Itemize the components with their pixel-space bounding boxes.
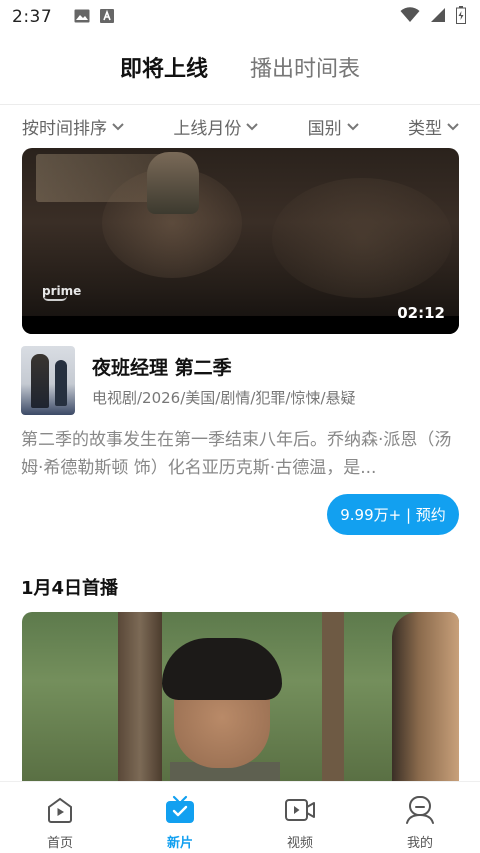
- filter-label: 上线月份: [173, 118, 242, 139]
- chevron-down-icon: [346, 123, 359, 131]
- nav-label: 视频: [286, 836, 313, 851]
- scene-tree: [322, 612, 344, 784]
- chevron-down-icon: [112, 123, 124, 131]
- a-notification-icon: [100, 8, 115, 27]
- signal-icon: [430, 7, 446, 27]
- scene-blur: [272, 178, 452, 298]
- video-bottom-bar: [22, 316, 459, 334]
- show-poster[interactable]: [21, 346, 75, 415]
- filter-month[interactable]: 上线月份: [173, 114, 259, 139]
- filter-row: 按时间排序 上线月份 国别 类型: [22, 112, 460, 140]
- chevron-down-icon: [447, 123, 459, 131]
- tabs-divider: [0, 104, 480, 105]
- tab-schedule[interactable]: 播出时间表: [250, 51, 360, 83]
- nav-label: 首页: [46, 836, 73, 851]
- show-title[interactable]: 夜班经理 第二季: [92, 353, 232, 380]
- filter-genre[interactable]: 类型: [408, 114, 460, 139]
- chevron-down-icon: [246, 123, 259, 131]
- profile-icon: [404, 794, 436, 826]
- battery-icon: [456, 6, 466, 28]
- nav-label: 我的: [406, 836, 433, 851]
- video-preview-2[interactable]: [22, 612, 459, 784]
- scene-tree: [118, 612, 162, 784]
- poster-figure: [31, 354, 49, 408]
- status-bar: 2:37: [0, 0, 480, 34]
- top-tabs: 即将上线 播出时间表: [0, 46, 480, 88]
- home-play-icon: [44, 794, 76, 826]
- nav-video[interactable]: 视频: [240, 782, 360, 853]
- nav-home[interactable]: 首页: [0, 782, 120, 853]
- scene-person: [147, 152, 199, 214]
- new-movie-tv-icon: [164, 794, 196, 826]
- image-icon: [74, 8, 90, 27]
- tab-upcoming[interactable]: 即将上线: [120, 51, 208, 83]
- nav-profile[interactable]: 我的: [360, 782, 480, 853]
- video-camera-icon: [284, 794, 316, 826]
- filter-label: 按时间排序: [22, 118, 107, 139]
- scene-person: [392, 612, 459, 784]
- reserve-button[interactable]: 9.99万+ | 预约: [327, 494, 459, 535]
- show-description: 第二季的故事发生在第一季结束八年后。乔纳森·派恩（汤姆·希德勒斯顿 饰）化名亚历…: [21, 430, 452, 478]
- video-duration: 02:12: [397, 304, 445, 322]
- nav-new-movies[interactable]: 新片: [120, 782, 240, 853]
- scene-hair: [162, 638, 282, 700]
- nav-label: 新片: [166, 836, 193, 851]
- filter-sort-by-time[interactable]: 按时间排序: [22, 114, 125, 139]
- wifi-icon: [400, 7, 420, 27]
- show-meta: 电视剧/2026/美国/剧情/犯罪/惊悚/悬疑: [92, 389, 356, 407]
- video-preview-1[interactable]: prime 02:12: [22, 148, 459, 334]
- bottom-nav: 首页 新片 视频 我的: [0, 781, 480, 853]
- status-time: 2:37: [12, 7, 53, 27]
- prime-logo-text: prime: [42, 284, 82, 298]
- filter-label: 国别: [307, 118, 342, 139]
- poster-figure: [55, 360, 67, 406]
- filter-country[interactable]: 国别: [308, 114, 360, 139]
- filter-label: 类型: [407, 118, 442, 139]
- prime-logo: prime: [42, 284, 81, 301]
- premiere-date-heading: 1月4日首播: [21, 578, 119, 599]
